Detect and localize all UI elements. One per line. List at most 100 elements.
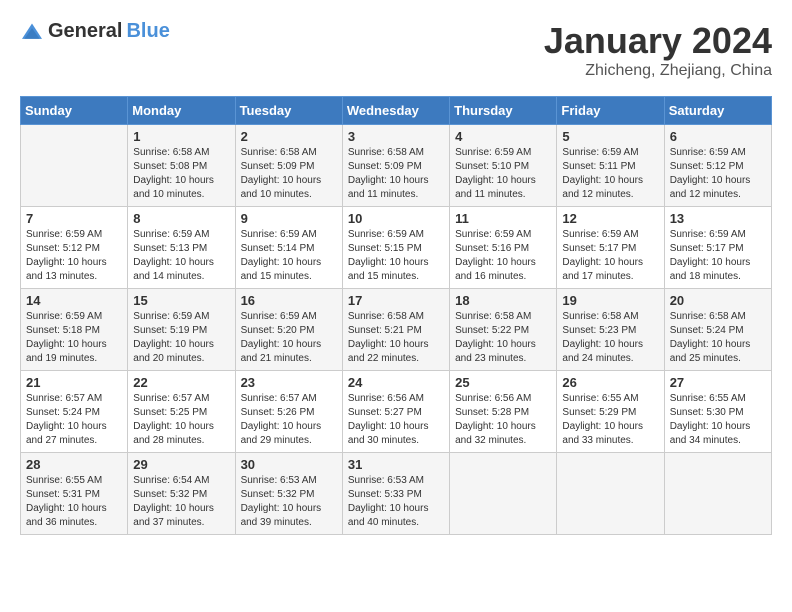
calendar-cell — [450, 453, 557, 535]
calendar-cell: 27Sunrise: 6:55 AMSunset: 5:30 PMDayligh… — [664, 371, 771, 453]
calendar-cell: 9 Sunrise: 6:59 AMSunset: 5:14 PMDaylight… — [235, 207, 342, 289]
day-info: Sunrise: 6:56 AMSunset: 5:27 PMDaylight:… — [348, 392, 444, 448]
logo-blue: Blue — [126, 20, 169, 43]
calendar-body: 1Sunrise: 6:58 AMSunset: 5:08 PMDaylight… — [21, 125, 772, 535]
calendar-cell: 20 Sunrise: 6:58 AMSunset: 5:24 PMDayligh… — [664, 289, 771, 371]
day-info: Sunrise: 6:55 AMSunset: 5:29 PMDaylight:… — [562, 392, 658, 448]
day-number: 22 — [133, 375, 229, 390]
calendar-cell: 17 Sunrise: 6:58 AMSunset: 5:21 PMDayligh… — [342, 289, 449, 371]
calendar-cell: 18 Sunrise: 6:58 AMSunset: 5:22 PMDayligh… — [450, 289, 557, 371]
calendar-cell: 1Sunrise: 6:58 AMSunset: 5:08 PMDaylight… — [128, 125, 235, 207]
calendar-cell — [557, 453, 664, 535]
header-day-saturday: Saturday — [664, 97, 771, 125]
day-number: 16 — [241, 293, 337, 308]
header-day-thursday: Thursday — [450, 97, 557, 125]
day-info: Sunrise: 6:59 AMSunset: 5:20 PMDaylight:… — [241, 310, 337, 366]
calendar-cell: 3Sunrise: 6:58 AMSunset: 5:09 PMDaylight… — [342, 125, 449, 207]
day-info: Sunrise: 6:59 AMSunset: 5:12 PMDaylight:… — [670, 146, 766, 202]
calendar-cell: 19 Sunrise: 6:58 AMSunset: 5:23 PMDayligh… — [557, 289, 664, 371]
month-title: January 2024 — [544, 20, 772, 62]
calendar-cell: 24 Sunrise: 6:56 AMSunset: 5:27 PMDayligh… — [342, 371, 449, 453]
day-info: Sunrise: 6:57 AMSunset: 5:25 PMDaylight:… — [133, 392, 229, 448]
calendar-cell: 28 Sunrise: 6:55 AMSunset: 5:31 PMDayligh… — [21, 453, 128, 535]
location-subtitle: Zhicheng, Zhejiang, China — [544, 62, 772, 80]
calendar-cell: 8Sunrise: 6:59 AMSunset: 5:13 PMDaylight… — [128, 207, 235, 289]
calendar-cell: 14Sunrise: 6:59 AMSunset: 5:18 PMDayligh… — [21, 289, 128, 371]
logo-general: General — [48, 20, 122, 43]
day-info: Sunrise: 6:59 AMSunset: 5:14 PMDaylight:… — [241, 228, 337, 284]
day-number: 10 — [348, 211, 444, 226]
day-number: 25 — [455, 375, 551, 390]
day-number: 4 — [455, 129, 551, 144]
calendar-cell: 10 Sunrise: 6:59 AMSunset: 5:15 PMDayligh… — [342, 207, 449, 289]
day-number: 24 — [348, 375, 444, 390]
calendar-cell: 29 Sunrise: 6:54 AMSunset: 5:32 PMDayligh… — [128, 453, 235, 535]
day-info: Sunrise: 6:57 AMSunset: 5:24 PMDaylight:… — [26, 392, 122, 448]
calendar-week-row: 21 Sunrise: 6:57 AMSunset: 5:24 PMDayligh… — [21, 371, 772, 453]
day-number: 28 — [26, 457, 122, 472]
day-info: Sunrise: 6:59 AMSunset: 5:17 PMDaylight:… — [562, 228, 658, 284]
calendar-cell: 12 Sunrise: 6:59 AMSunset: 5:17 PMDayligh… — [557, 207, 664, 289]
day-number: 8 — [133, 211, 229, 226]
day-number: 17 — [348, 293, 444, 308]
page-header: GeneralBlue January 2024 Zhicheng, Zheji… — [20, 20, 772, 80]
day-number: 29 — [133, 457, 229, 472]
day-number: 2 — [241, 129, 337, 144]
day-info: Sunrise: 6:59 AMSunset: 5:16 PMDaylight:… — [455, 228, 551, 284]
calendar-cell: 16 Sunrise: 6:59 AMSunset: 5:20 PMDayligh… — [235, 289, 342, 371]
calendar-cell: 13 Sunrise: 6:59 AMSunset: 5:17 PMDayligh… — [664, 207, 771, 289]
calendar-week-row: 1Sunrise: 6:58 AMSunset: 5:08 PMDaylight… — [21, 125, 772, 207]
title-area: January 2024 Zhicheng, Zhejiang, China — [544, 20, 772, 80]
day-info: Sunrise: 6:58 AMSunset: 5:24 PMDaylight:… — [670, 310, 766, 366]
day-info: Sunrise: 6:59 AMSunset: 5:15 PMDaylight:… — [348, 228, 444, 284]
header-day-monday: Monday — [128, 97, 235, 125]
logo: GeneralBlue — [20, 20, 170, 43]
calendar-cell: 11 Sunrise: 6:59 AMSunset: 5:16 PMDayligh… — [450, 207, 557, 289]
day-number: 6 — [670, 129, 766, 144]
day-number: 27 — [670, 375, 766, 390]
calendar-week-row: 28 Sunrise: 6:55 AMSunset: 5:31 PMDayligh… — [21, 453, 772, 535]
day-info: Sunrise: 6:55 AMSunset: 5:31 PMDaylight:… — [26, 474, 122, 530]
day-info: Sunrise: 6:58 AMSunset: 5:22 PMDaylight:… — [455, 310, 551, 366]
day-number: 26 — [562, 375, 658, 390]
day-number: 3 — [348, 129, 444, 144]
day-info: Sunrise: 6:59 AMSunset: 5:19 PMDaylight:… — [133, 310, 229, 366]
calendar-cell: 6 Sunrise: 6:59 AMSunset: 5:12 PMDaylight… — [664, 125, 771, 207]
calendar-week-row: 14Sunrise: 6:59 AMSunset: 5:18 PMDayligh… — [21, 289, 772, 371]
calendar-cell: 4Sunrise: 6:59 AMSunset: 5:10 PMDaylight… — [450, 125, 557, 207]
day-info: Sunrise: 6:53 AMSunset: 5:33 PMDaylight:… — [348, 474, 444, 530]
day-info: Sunrise: 6:59 AMSunset: 5:17 PMDaylight:… — [670, 228, 766, 284]
calendar-cell: 25 Sunrise: 6:56 AMSunset: 5:28 PMDayligh… — [450, 371, 557, 453]
day-number: 15 — [133, 293, 229, 308]
calendar-cell: 21 Sunrise: 6:57 AMSunset: 5:24 PMDayligh… — [21, 371, 128, 453]
day-number: 12 — [562, 211, 658, 226]
header-day-friday: Friday — [557, 97, 664, 125]
day-number: 23 — [241, 375, 337, 390]
calendar-week-row: 7Sunrise: 6:59 AMSunset: 5:12 PMDaylight… — [21, 207, 772, 289]
day-info: Sunrise: 6:56 AMSunset: 5:28 PMDaylight:… — [455, 392, 551, 448]
day-info: Sunrise: 6:58 AMSunset: 5:21 PMDaylight:… — [348, 310, 444, 366]
header-day-tuesday: Tuesday — [235, 97, 342, 125]
calendar-cell: 31 Sunrise: 6:53 AMSunset: 5:33 PMDayligh… — [342, 453, 449, 535]
day-info: Sunrise: 6:53 AMSunset: 5:32 PMDaylight:… — [241, 474, 337, 530]
day-number: 20 — [670, 293, 766, 308]
calendar-table: SundayMondayTuesdayWednesdayThursdayFrid… — [20, 96, 772, 535]
day-info: Sunrise: 6:59 AMSunset: 5:18 PMDaylight:… — [26, 310, 122, 366]
day-info: Sunrise: 6:58 AMSunset: 5:23 PMDaylight:… — [562, 310, 658, 366]
day-number: 30 — [241, 457, 337, 472]
day-number: 13 — [670, 211, 766, 226]
calendar-cell: 30 Sunrise: 6:53 AMSunset: 5:32 PMDayligh… — [235, 453, 342, 535]
calendar-cell: 2Sunrise: 6:58 AMSunset: 5:09 PMDaylight… — [235, 125, 342, 207]
day-number: 21 — [26, 375, 122, 390]
header-day-wednesday: Wednesday — [342, 97, 449, 125]
day-number: 19 — [562, 293, 658, 308]
calendar-cell: 23Sunrise: 6:57 AMSunset: 5:26 PMDayligh… — [235, 371, 342, 453]
day-number: 11 — [455, 211, 551, 226]
day-info: Sunrise: 6:59 AMSunset: 5:11 PMDaylight:… — [562, 146, 658, 202]
calendar-cell: 7Sunrise: 6:59 AMSunset: 5:12 PMDaylight… — [21, 207, 128, 289]
day-number: 31 — [348, 457, 444, 472]
day-info: Sunrise: 6:54 AMSunset: 5:32 PMDaylight:… — [133, 474, 229, 530]
day-number: 18 — [455, 293, 551, 308]
day-info: Sunrise: 6:59 AMSunset: 5:12 PMDaylight:… — [26, 228, 122, 284]
day-number: 9 — [241, 211, 337, 226]
